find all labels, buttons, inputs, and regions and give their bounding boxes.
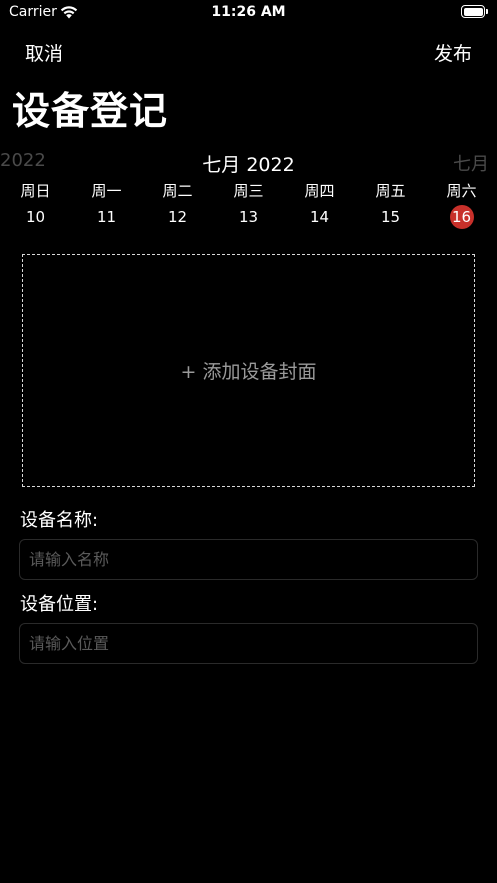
publish-button[interactable]: 发布	[434, 39, 472, 66]
calendar-week-row: 10 11 12 13 14 15 16	[0, 205, 497, 229]
device-registration-screen: Carrier 11:26 AM 取消 发布 设备登记 2022 七月 2022…	[0, 0, 497, 883]
calendar-day[interactable]: 11	[95, 205, 119, 229]
calendar-weekdays: 周日 周一 周二 周三 周四 周五 周六	[0, 180, 497, 200]
calendar-next-month[interactable]: 七月	[453, 150, 489, 176]
weekday-label: 周三	[233, 182, 264, 200]
page-title: 设备登记	[12, 89, 169, 133]
battery-icon	[461, 5, 488, 18]
device-location-label: 设备位置:	[20, 594, 99, 615]
calendar-header: 2022 七月 2022 七月	[0, 150, 497, 176]
weekday-label: 周二	[162, 182, 193, 200]
calendar-current-month: 七月 2022	[202, 154, 295, 176]
add-cover-label: + 添加设备封面	[180, 361, 317, 383]
calendar-day[interactable]: 13	[237, 205, 261, 229]
device-name-input[interactable]	[20, 540, 477, 579]
status-time: 11:26 AM	[211, 4, 286, 20]
weekday-label: 周五	[375, 182, 406, 200]
cancel-button[interactable]: 取消	[25, 39, 63, 66]
calendar-day-selected[interactable]: 16	[449, 205, 474, 229]
calendar-day[interactable]: 14	[308, 205, 332, 229]
status-bar: Carrier 11:26 AM	[0, 0, 497, 26]
device-name-field-box	[19, 539, 478, 580]
weekday-label: 周四	[304, 182, 335, 200]
device-location-input[interactable]	[20, 624, 477, 663]
device-location-field-box	[19, 623, 478, 664]
weekday-label: 周日	[20, 182, 51, 200]
calendar-day[interactable]: 15	[379, 205, 403, 229]
weekday-label: 周六	[446, 182, 477, 200]
add-cover-button[interactable]: + 添加设备封面	[22, 254, 475, 487]
calendar-day[interactable]: 12	[166, 205, 190, 229]
device-name-label: 设备名称:	[20, 510, 99, 531]
calendar-day[interactable]: 10	[24, 205, 48, 229]
weekday-label: 周一	[91, 182, 122, 200]
